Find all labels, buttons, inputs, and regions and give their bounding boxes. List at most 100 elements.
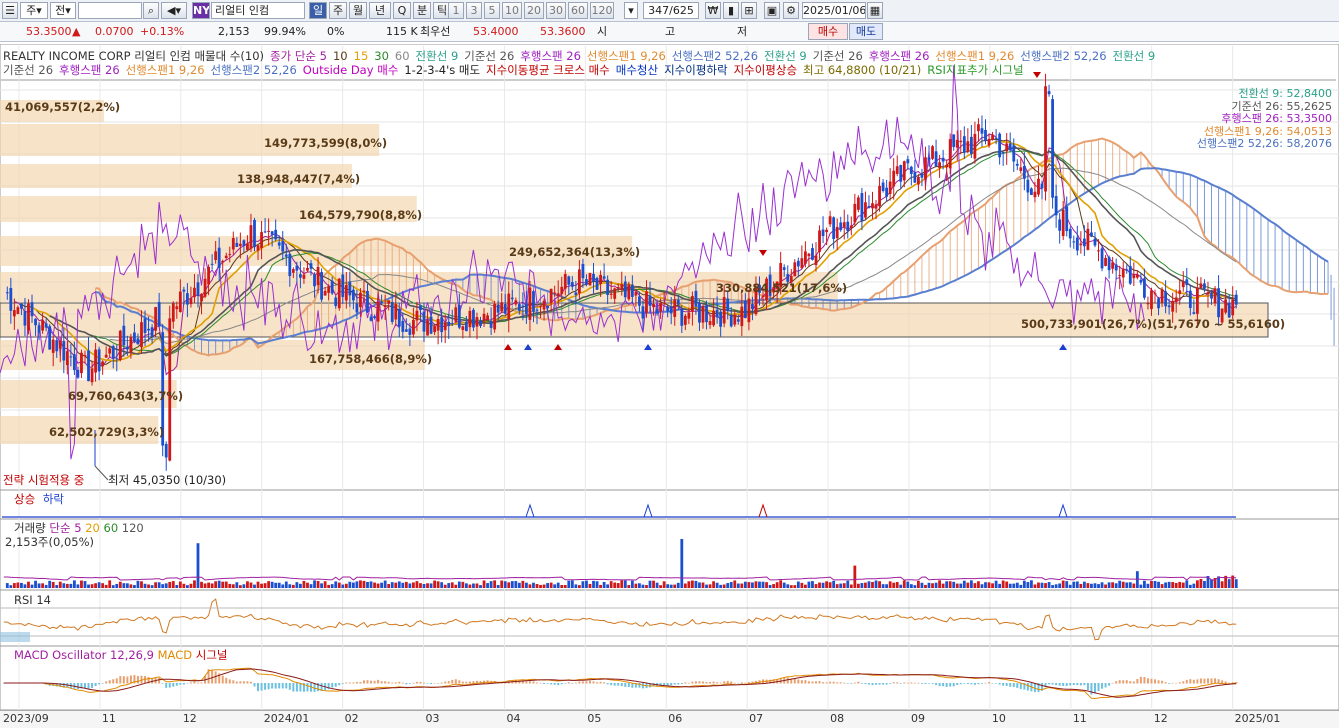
- volume-bar: [348, 581, 352, 588]
- period-select[interactable]: 주▾: [20, 2, 48, 19]
- candle-body: [5, 292, 9, 294]
- x-label-10: 08: [830, 712, 845, 725]
- interval-button-1[interactable]: 주: [329, 2, 347, 19]
- candle-body: [27, 303, 30, 331]
- volume-bar: [1192, 583, 1196, 588]
- volume-bar: [274, 582, 278, 588]
- volume-bar: [58, 581, 62, 588]
- volume-bar: [1037, 582, 1040, 588]
- macd-histogram-bar: [995, 683, 998, 684]
- macd-histogram-bar: [1161, 680, 1164, 684]
- macd-histogram-bar: [1175, 682, 1178, 684]
- interval-button-4[interactable]: Q: [393, 2, 411, 19]
- candle-body: [680, 309, 684, 326]
- volume-bar: [182, 583, 186, 588]
- candle-body: [295, 265, 299, 271]
- minute-button-20[interactable]: 20: [524, 2, 544, 19]
- candle-body: [599, 274, 602, 285]
- price-chart[interactable]: [0, 44, 1339, 710]
- volume-bar: [846, 580, 850, 588]
- macd-histogram-bar: [846, 683, 849, 684]
- signal-arrow-4: [1059, 344, 1067, 350]
- macd-histogram-bar: [394, 682, 397, 684]
- sound-icon[interactable]: ◀▾: [161, 2, 187, 19]
- macd-histogram-bar: [966, 683, 969, 685]
- volume-bar: [55, 585, 59, 588]
- volume-bar: [1128, 582, 1132, 588]
- minute-button-1[interactable]: 1: [448, 2, 464, 19]
- volume-bar: [426, 583, 429, 588]
- sell-button[interactable]: 매도: [849, 23, 883, 40]
- volume-bar: [37, 583, 41, 588]
- volume-profile-label-8: 69,760,643(3,7%): [68, 389, 184, 403]
- candle-body: [1178, 290, 1182, 294]
- bar-icon[interactable]: ▮: [723, 2, 739, 19]
- code-input[interactable]: [78, 2, 142, 19]
- candle-body: [620, 284, 624, 290]
- macd-histogram-bar: [1104, 683, 1107, 688]
- interval-button-5[interactable]: 분: [413, 2, 431, 19]
- macd-histogram-bar: [680, 683, 683, 684]
- candle-body: [871, 203, 874, 209]
- volume-bar: [768, 584, 772, 588]
- macd-histogram-bar: [553, 683, 556, 685]
- macd-histogram-bar: [875, 683, 878, 685]
- candle-body: [164, 443, 168, 458]
- calendar-icon[interactable]: ▦: [867, 2, 883, 19]
- k-volume: 115 K: [386, 25, 418, 38]
- volume-bar: [606, 584, 610, 588]
- macd-histogram-bar: [182, 683, 185, 685]
- candle-body: [479, 320, 482, 326]
- interval-button-2[interactable]: 월: [349, 2, 367, 19]
- volume-bar: [740, 583, 744, 588]
- candle-body: [931, 146, 934, 159]
- volume-bar: [786, 584, 790, 588]
- menu-icon[interactable]: ☰: [2, 2, 18, 19]
- buy-button[interactable]: 매수: [808, 23, 848, 40]
- save-icon[interactable]: ▣: [764, 2, 780, 19]
- candle-body: [41, 320, 45, 331]
- candle-body: [1051, 99, 1054, 198]
- search-icon[interactable]: ⌕: [143, 2, 159, 19]
- candle-body: [108, 348, 112, 354]
- volume-bar: [1100, 582, 1104, 588]
- mode-select[interactable]: 전▾: [50, 2, 76, 19]
- zoom-icon[interactable]: ⊞: [741, 2, 757, 19]
- candle-body: [267, 230, 271, 232]
- interval-button-3[interactable]: 년: [369, 2, 391, 19]
- settings-icon[interactable]: ⚙: [783, 2, 799, 19]
- minute-button-5[interactable]: 5: [484, 2, 500, 19]
- minute-dropdown[interactable]: ▾: [624, 2, 638, 19]
- volume-bar: [436, 581, 440, 588]
- candle-body: [1107, 257, 1111, 271]
- minute-button-60[interactable]: 60: [568, 2, 588, 19]
- minute-button-30[interactable]: 30: [546, 2, 566, 19]
- candle-body: [669, 306, 673, 314]
- volume-bar: [83, 581, 87, 588]
- macd-histogram-bar: [415, 681, 418, 684]
- candle-body: [419, 305, 422, 310]
- minute-button-120[interactable]: 120: [590, 2, 614, 19]
- candle-body: [309, 263, 313, 269]
- volume-bar: [864, 582, 867, 588]
- volume-bar: [486, 583, 489, 588]
- mode-value: 전: [55, 4, 66, 17]
- candle-body: [782, 267, 786, 270]
- interval-button-0[interactable]: 일: [309, 2, 327, 19]
- macd-histogram-bar: [288, 683, 291, 690]
- candle-body: [849, 225, 853, 228]
- candle-icon[interactable]: ₩: [705, 2, 721, 19]
- candle-body: [892, 170, 896, 187]
- stock-name-field[interactable]: 리얼티 인컴: [211, 2, 305, 19]
- date-field[interactable]: 2025/01/06: [802, 2, 866, 19]
- volume-bar: [669, 584, 673, 588]
- volume-bar: [344, 583, 348, 588]
- minute-button-10[interactable]: 10: [502, 2, 522, 19]
- volume-bar: [1146, 583, 1150, 588]
- volume-bar: [581, 581, 585, 588]
- volume-ma-120: 120: [121, 521, 144, 535]
- candle-body: [1143, 278, 1146, 298]
- volume-bar: [804, 584, 807, 588]
- minute-button-3[interactable]: 3: [466, 2, 482, 19]
- price: 53.3500: [26, 25, 72, 38]
